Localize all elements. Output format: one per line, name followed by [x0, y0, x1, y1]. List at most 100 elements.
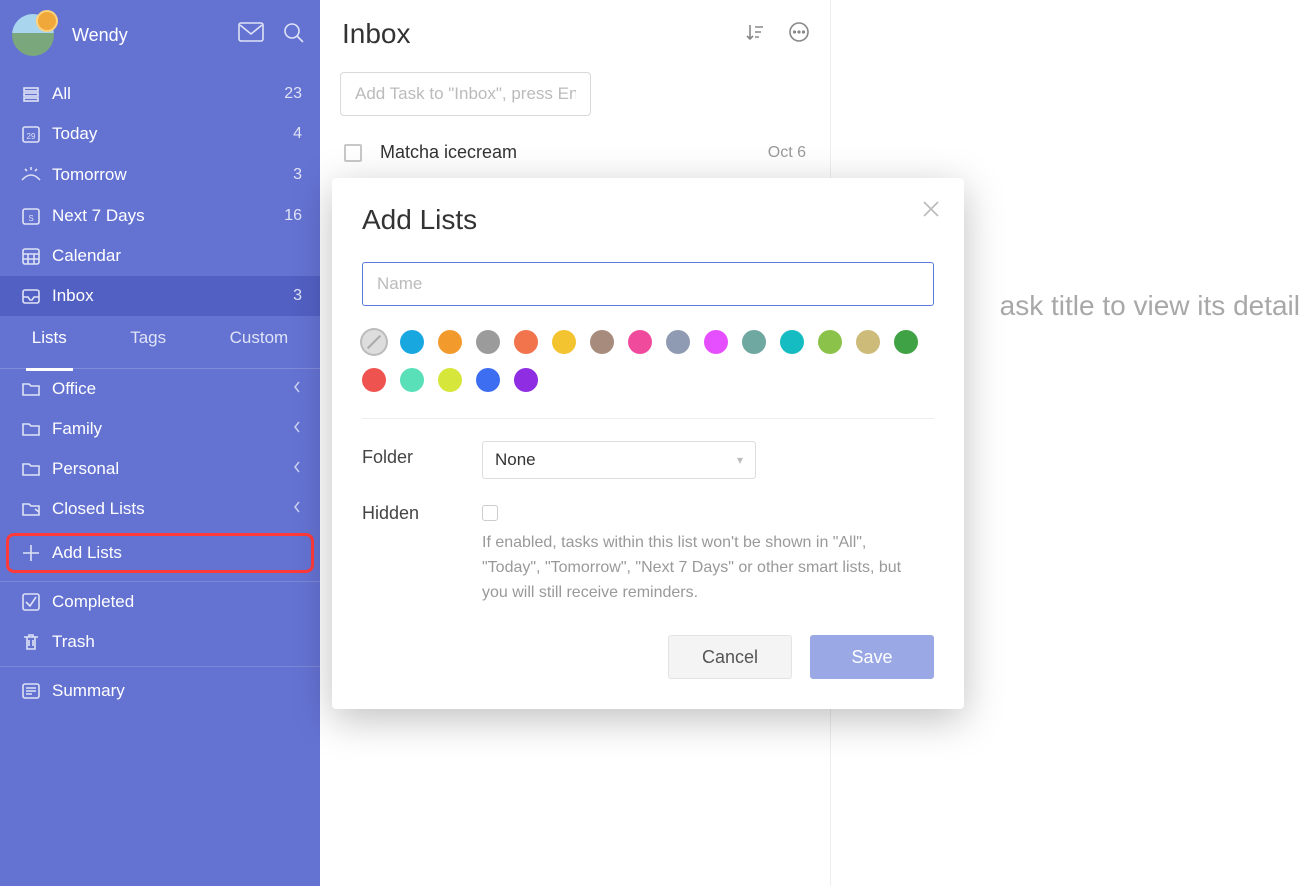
main-header: Inbox [320, 0, 830, 62]
sort-icon[interactable] [744, 21, 766, 48]
color-swatch[interactable] [704, 330, 728, 354]
stack-icon [16, 84, 46, 104]
folder-label: Folder [362, 441, 482, 468]
color-swatch[interactable] [476, 330, 500, 354]
check-icon [16, 592, 46, 612]
folder-icon [16, 499, 46, 519]
task-checkbox[interactable] [344, 144, 362, 162]
sidebar-item-count: 3 [293, 287, 302, 305]
color-swatches [362, 330, 934, 392]
color-swatch[interactable] [362, 368, 386, 392]
chevron-left-icon [292, 499, 302, 519]
sidebar-item-inbox[interactable]: Inbox 3 [0, 276, 320, 316]
sidebar-item-label: Today [52, 124, 293, 144]
cancel-button[interactable]: Cancel [668, 635, 792, 679]
avatar[interactable] [12, 14, 54, 56]
sidebar-item-completed[interactable]: Completed [0, 582, 320, 622]
sidebar-tabs: Lists Tags Custom [0, 316, 320, 369]
folder-icon [16, 459, 46, 479]
folder-label: Family [52, 419, 292, 439]
color-swatch[interactable] [856, 330, 880, 354]
sidebar: Wendy All 2329 Today 4 Tomorrow 3S Next … [0, 0, 320, 886]
add-lists-button[interactable]: Add Lists [6, 533, 314, 573]
folder-value: None [495, 450, 536, 470]
color-swatch[interactable] [590, 330, 614, 354]
color-swatch[interactable] [552, 330, 576, 354]
color-swatch[interactable] [742, 330, 766, 354]
task-row[interactable]: Matcha icecream Oct 6 [320, 132, 830, 173]
folder-icon [16, 419, 46, 439]
color-swatch[interactable] [438, 368, 462, 392]
folder-label: Personal [52, 459, 292, 479]
folder-item[interactable]: Family [0, 409, 320, 449]
svg-text:29: 29 [27, 132, 36, 141]
sidebar-item-next7[interactable]: S Next 7 Days 16 [0, 196, 320, 236]
mail-icon[interactable] [238, 21, 264, 50]
trash-icon [16, 632, 46, 652]
sidebar-item-label: Next 7 Days [52, 206, 284, 226]
color-swatch[interactable] [514, 330, 538, 354]
color-swatch[interactable] [666, 330, 690, 354]
hidden-hint: If enabled, tasks within this list won't… [482, 531, 920, 605]
color-swatch[interactable] [780, 330, 804, 354]
search-icon[interactable] [282, 21, 306, 50]
page-title: Inbox [342, 18, 744, 50]
more-icon[interactable] [788, 21, 810, 48]
color-swatch[interactable] [400, 330, 424, 354]
task-date: Oct 6 [768, 144, 806, 162]
color-swatch[interactable] [818, 330, 842, 354]
color-swatch[interactable] [894, 330, 918, 354]
sidebar-item-calendar[interactable]: Calendar [0, 236, 320, 276]
sidebar-item-summary[interactable]: Summary [0, 671, 320, 711]
calgrid-icon [16, 246, 46, 266]
tab-lists[interactable]: Lists [26, 328, 73, 371]
sidebar-item-all[interactable]: All 23 [0, 74, 320, 114]
sidebar-item-label: Tomorrow [52, 165, 293, 185]
color-swatch[interactable] [628, 330, 652, 354]
folder-label: Closed Lists [52, 499, 292, 519]
save-button[interactable]: Save [810, 635, 934, 679]
inbox-icon [16, 286, 46, 306]
svg-text:S: S [28, 214, 33, 223]
add-lists-highlight: Add Lists [6, 533, 314, 573]
hidden-checkbox[interactable] [482, 505, 498, 521]
color-swatch[interactable] [400, 368, 424, 392]
sidebar-item-tomorrow[interactable]: Tomorrow 3 [0, 154, 320, 196]
color-swatch[interactable] [438, 330, 462, 354]
sidebar-item-count: 3 [293, 166, 302, 184]
color-swatch[interactable] [476, 368, 500, 392]
tab-tags[interactable]: Tags [124, 328, 172, 358]
plus-icon [16, 543, 46, 563]
sidebar-item-trash[interactable]: Trash [0, 622, 320, 662]
chevron-left-icon [292, 419, 302, 439]
trash-label: Trash [52, 632, 302, 652]
sidebar-item-label: Calendar [52, 246, 302, 266]
task-title: Matcha icecream [380, 142, 768, 163]
folder-select[interactable]: None ▾ [482, 441, 756, 479]
sidebar-item-label: Inbox [52, 286, 293, 306]
color-swatch-none[interactable] [362, 330, 386, 354]
folder-icon [16, 379, 46, 399]
chevron-left-icon [292, 379, 302, 399]
add-task-input[interactable] [340, 72, 591, 116]
sidebar-header: Wendy [0, 0, 320, 74]
sun-icon [16, 164, 46, 186]
tab-custom[interactable]: Custom [224, 328, 295, 358]
username: Wendy [72, 25, 238, 46]
folder-item[interactable]: Office [0, 369, 320, 409]
folder-item[interactable]: Closed Lists [0, 489, 320, 529]
sidebar-item-today[interactable]: 29 Today 4 [0, 114, 320, 154]
folder-item[interactable]: Personal [0, 449, 320, 489]
list-name-input[interactable] [362, 262, 934, 306]
close-icon[interactable] [922, 200, 940, 224]
color-swatch[interactable] [514, 368, 538, 392]
sidebar-item-count: 23 [284, 85, 302, 103]
modal-title: Add Lists [362, 204, 934, 236]
completed-label: Completed [52, 592, 302, 612]
chevron-left-icon [292, 459, 302, 479]
summary-icon [16, 681, 46, 701]
add-lists-label: Add Lists [52, 543, 296, 563]
sidebar-item-label: All [52, 84, 284, 104]
hidden-label: Hidden [362, 497, 482, 524]
calS-icon: S [16, 206, 46, 226]
